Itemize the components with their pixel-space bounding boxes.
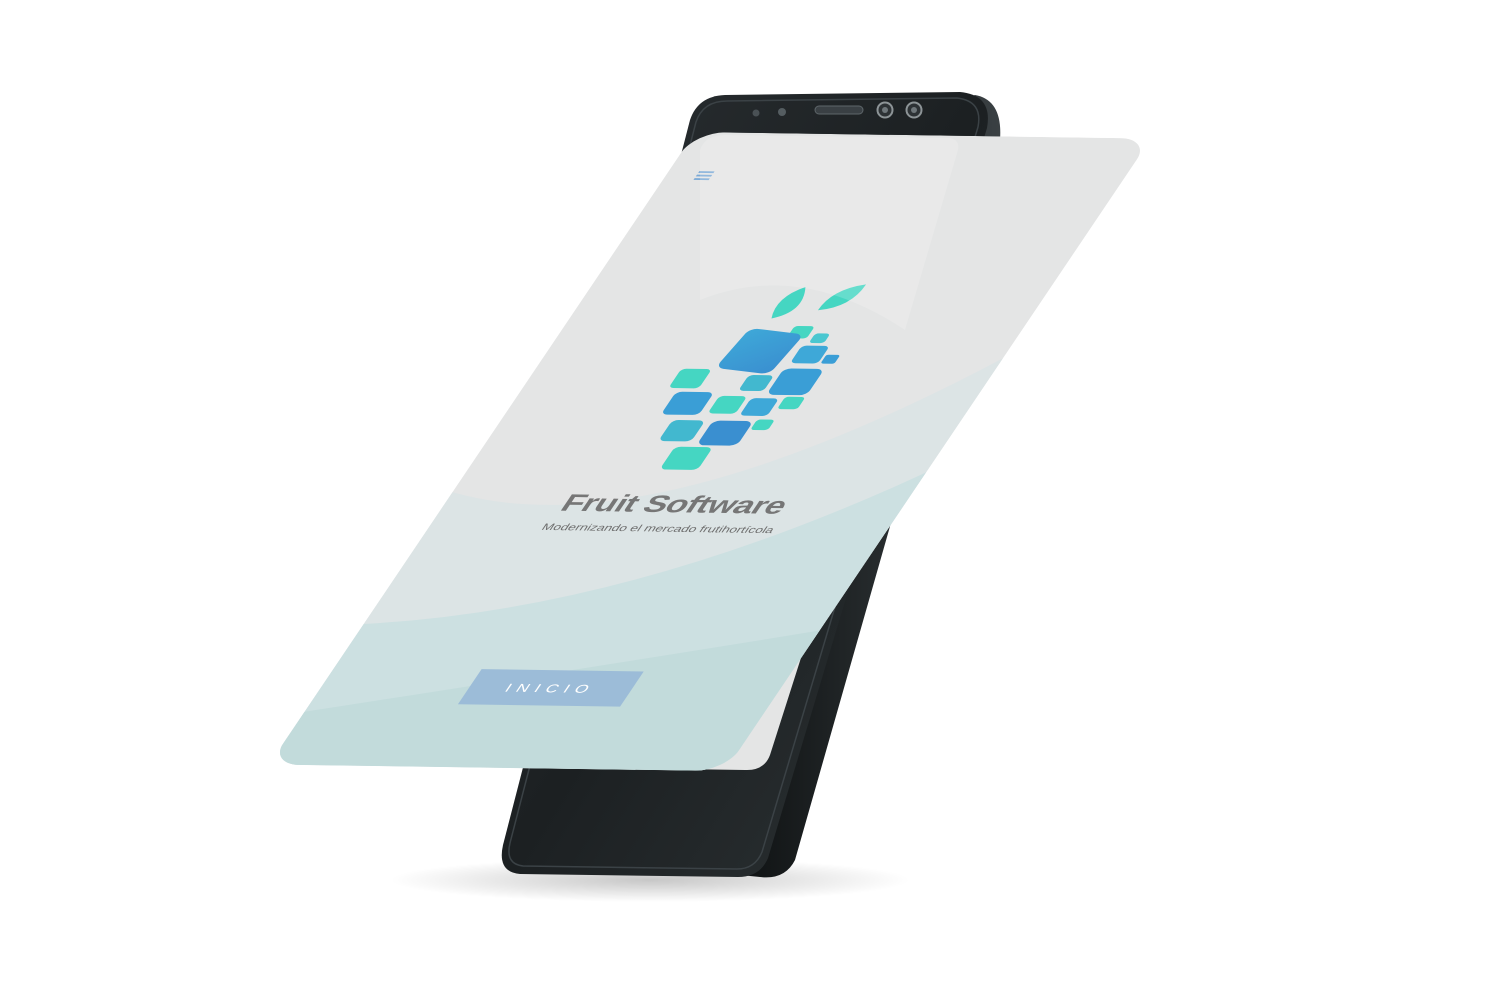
front-camera-lens-icon <box>882 107 888 113</box>
start-button[interactable]: INICIO <box>457 669 644 707</box>
front-sensor-icon <box>778 108 786 116</box>
mockup-stage: Fruit Software Modernizando el mercado f… <box>0 0 1500 1000</box>
proximity-sensor-icon <box>752 109 760 117</box>
second-front-camera-lens-icon <box>911 107 917 113</box>
logo-leaf-right <box>817 284 867 311</box>
logo-leaf-left <box>771 287 806 319</box>
earpiece-speaker-icon <box>814 105 864 115</box>
